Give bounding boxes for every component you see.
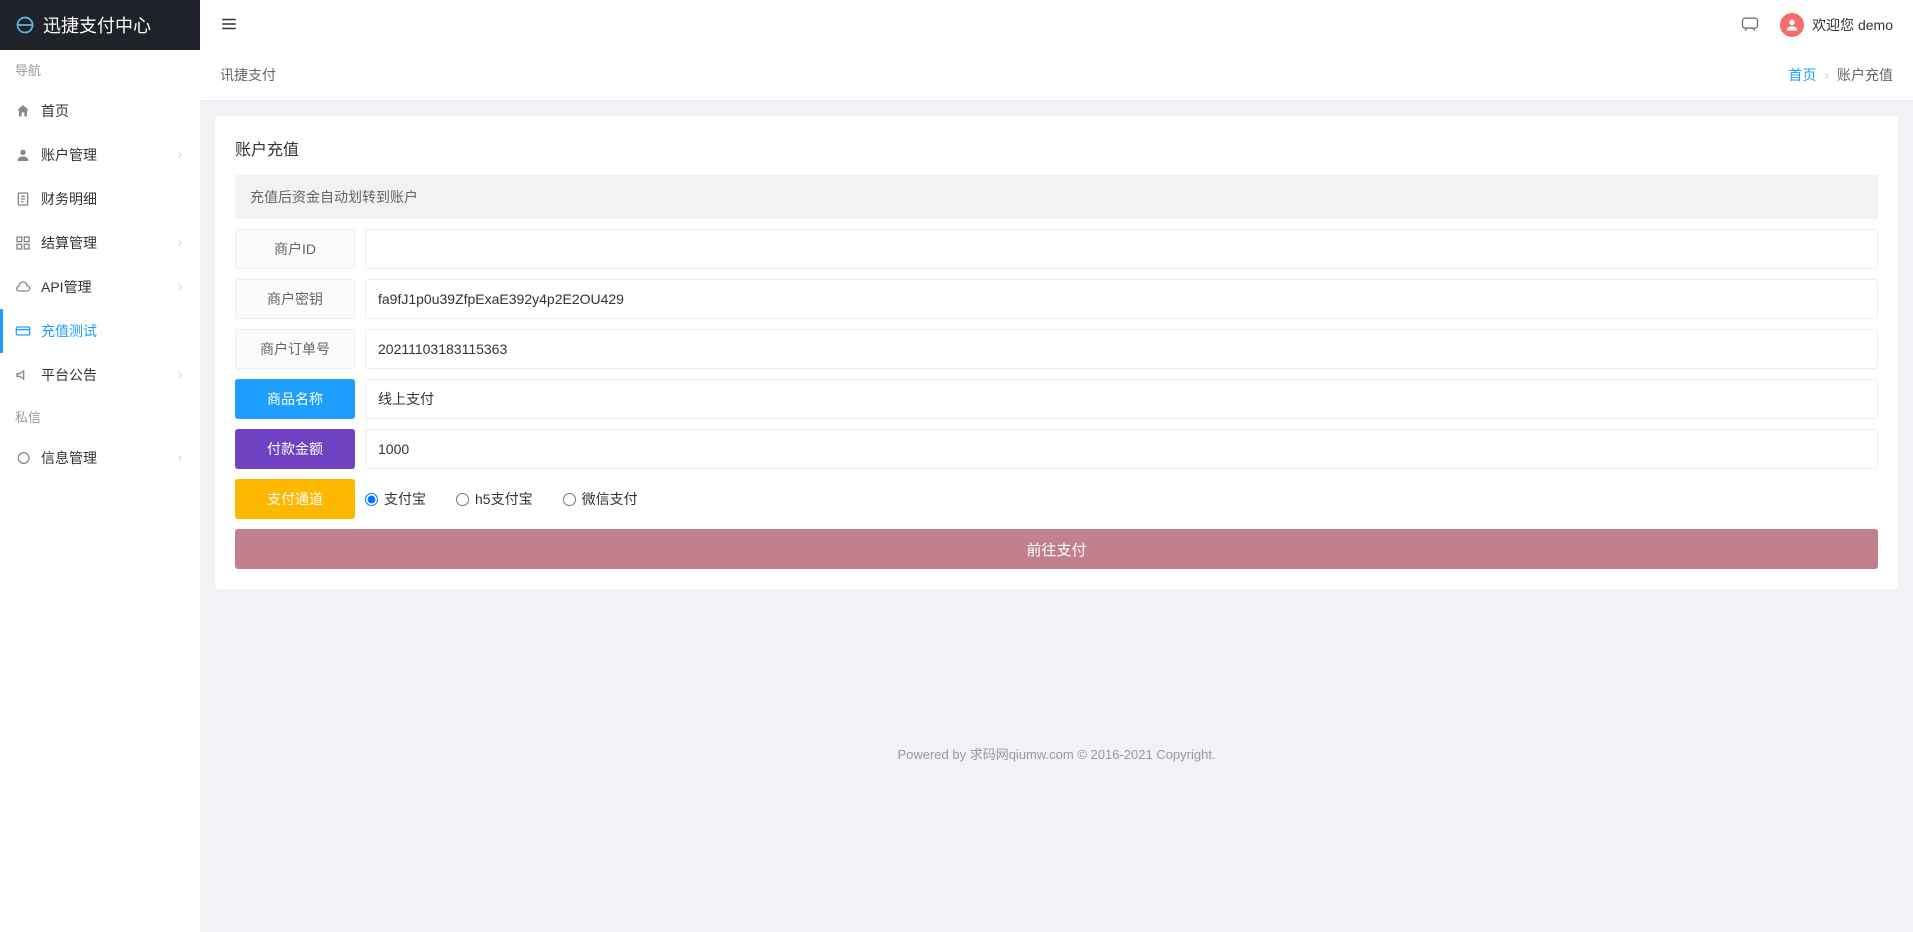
channel-label: 支付通道 [235,479,355,519]
hint-box: 充值后资金自动划转到账户 [235,175,1878,219]
app-title: 迅捷支付中心 [43,12,151,38]
user-area[interactable]: 欢迎您 demo [1780,13,1893,37]
topbar-right: 欢迎您 demo [200,13,1913,37]
topbar: 迅捷支付中心 欢迎您 demo [0,0,1913,50]
sidebar-item-settlement[interactable]: 结算管理 [0,221,200,265]
amount-input[interactable] [365,429,1878,469]
hamburger-icon[interactable] [220,15,238,36]
chevron-right-icon: › [1824,67,1829,83]
order-no-input[interactable] [365,329,1878,369]
logo-icon [15,15,35,35]
sidebar-item-label: 信息管理 [41,448,97,468]
sidebar: 导航 首页 账户管理 财务明细 结算管理 API管理 充值测试 平台公告 私信 … [0,50,200,932]
grid-icon [15,235,31,251]
sidebar-item-label: 财务明细 [41,189,97,209]
file-icon [15,191,31,207]
sidebar-item-account[interactable]: 账户管理 [0,133,200,177]
submit-button[interactable]: 前往支付 [235,529,1878,569]
user-greeting: 欢迎您 demo [1812,15,1893,35]
sidebar-item-label: 平台公告 [41,365,97,385]
merchant-key-input[interactable] [365,279,1878,319]
merchant-id-input[interactable] [365,229,1878,269]
nav-section-label: 导航 [0,50,200,89]
nav-section-message: 私信 [0,397,200,436]
chevron-right-icon [175,367,185,383]
user-icon [15,147,31,163]
channel-radios: 支付宝 h5支付宝 微信支付 [365,479,1878,519]
radio-label: h5支付宝 [475,489,533,509]
recharge-card: 账户充值 充值后资金自动划转到账户 商户ID 商户密钥 商户订单号 商品名称 付… [215,116,1898,589]
speaker-icon [15,367,31,383]
radio-alipay[interactable]: 支付宝 [365,489,426,509]
footer: Powered by 求码网qiumw.com © 2016-2021 Copy… [200,724,1913,783]
sidebar-item-api[interactable]: API管理 [0,265,200,309]
chevron-right-icon [175,450,185,466]
merchant-id-label: 商户ID [235,229,355,269]
main: 讯捷支付 首页 › 账户充值 账户充值 充值后资金自动划转到账户 商户ID 商户… [200,50,1913,783]
sidebar-item-label: 结算管理 [41,233,97,253]
sidebar-item-recharge-test[interactable]: 充值测试 [0,309,200,353]
breadcrumb-current: 账户充值 [1837,65,1893,85]
logo-area[interactable]: 迅捷支付中心 [0,0,200,50]
sidebar-item-label: 充值测试 [41,321,97,341]
cloud-icon [15,279,31,295]
sidebar-item-home[interactable]: 首页 [0,89,200,133]
radio-label: 支付宝 [384,489,426,509]
radio-h5-alipay-input[interactable] [456,493,469,506]
radio-label: 微信支付 [582,489,638,509]
merchant-key-label: 商户密钥 [235,279,355,319]
content: 账户充值 充值后资金自动划转到账户 商户ID 商户密钥 商户订单号 商品名称 付… [200,101,1913,604]
order-no-label: 商户订单号 [235,329,355,369]
breadcrumb-context: 讯捷支付 [220,65,276,85]
sidebar-item-label: 账户管理 [41,145,97,165]
form-row-order-no: 商户订单号 [235,329,1878,369]
chat-icon [15,450,31,466]
radio-wechat[interactable]: 微信支付 [563,489,638,509]
home-icon [15,103,31,119]
chevron-right-icon [175,279,185,295]
breadcrumb-path: 首页 › 账户充值 [1788,65,1893,85]
form-row-product-name: 商品名称 [235,379,1878,419]
radio-h5-alipay[interactable]: h5支付宝 [456,489,533,509]
chat-icon[interactable] [1740,14,1760,37]
sidebar-item-finance[interactable]: 财务明细 [0,177,200,221]
sidebar-item-label: API管理 [41,277,92,297]
form-row-channel: 支付通道 支付宝 h5支付宝 微信支付 [235,479,1878,519]
avatar [1780,13,1804,37]
sidebar-item-label: 首页 [41,101,69,121]
chevron-right-icon [175,147,185,163]
sidebar-item-announcement[interactable]: 平台公告 [0,353,200,397]
page-title: 账户充值 [235,136,1878,160]
form-row-merchant-id: 商户ID [235,229,1878,269]
amount-label: 付款金额 [235,429,355,469]
credit-icon [15,323,31,339]
form-row-merchant-key: 商户密钥 [235,279,1878,319]
sidebar-item-message[interactable]: 信息管理 [0,436,200,480]
radio-alipay-input[interactable] [365,493,378,506]
topbar-actions: 欢迎您 demo [1740,13,1893,37]
product-name-label: 商品名称 [235,379,355,419]
form-row-amount: 付款金额 [235,429,1878,469]
chevron-right-icon [175,235,185,251]
breadcrumb: 讯捷支付 首页 › 账户充值 [200,50,1913,101]
radio-wechat-input[interactable] [563,493,576,506]
product-name-input[interactable] [365,379,1878,419]
breadcrumb-home-link[interactable]: 首页 [1788,65,1816,85]
